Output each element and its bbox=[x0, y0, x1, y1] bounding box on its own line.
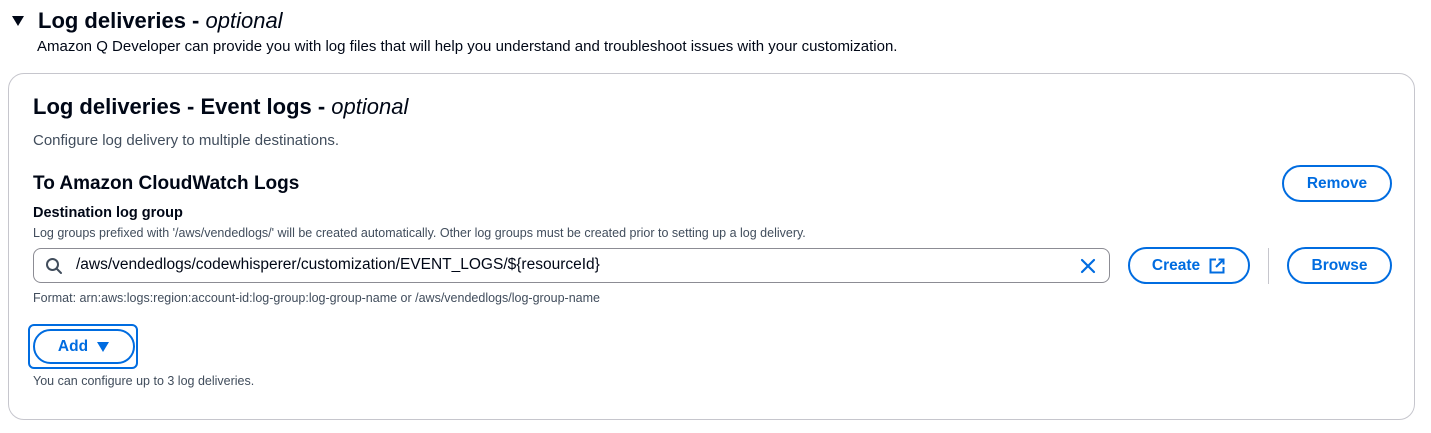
add-button-label: Add bbox=[57, 337, 89, 355]
close-icon[interactable] bbox=[1079, 257, 1097, 275]
destination-log-group-field bbox=[33, 248, 1110, 283]
destination-heading: To Amazon CloudWatch Logs bbox=[33, 173, 300, 194]
card-title: Log deliveries - Event logs - optional bbox=[33, 94, 409, 119]
caret-down-icon bbox=[97, 341, 110, 352]
search-icon bbox=[46, 258, 62, 274]
section-title: Log deliveries - optional bbox=[38, 8, 283, 33]
log-deliveries-limit-note: You can configure up to 3 log deliveries… bbox=[33, 374, 255, 388]
format-hint: Format: arn:aws:logs:region:account-id:l… bbox=[33, 291, 600, 305]
browse-button-label: Browse bbox=[1311, 256, 1368, 274]
remove-button-label: Remove bbox=[1306, 174, 1368, 192]
caret-down-filled-icon bbox=[12, 16, 24, 26]
destination-log-group-input[interactable] bbox=[76, 249, 1066, 281]
add-dropdown-button[interactable]: Add bbox=[33, 329, 135, 364]
event-logs-card: Log deliveries - Event logs - optional C… bbox=[8, 73, 1415, 420]
destination-log-group-description: Log groups prefixed with '/aws/vendedlog… bbox=[33, 226, 806, 240]
button-divider bbox=[1268, 248, 1269, 284]
browse-button[interactable]: Browse bbox=[1287, 247, 1392, 284]
section-description: Amazon Q Developer can provide you with … bbox=[37, 38, 898, 55]
create-button-label: Create bbox=[1151, 256, 1201, 274]
destination-log-group-label: Destination log group bbox=[33, 205, 183, 221]
external-link-icon bbox=[1209, 258, 1225, 273]
remove-button[interactable]: Remove bbox=[1282, 165, 1392, 202]
log-deliveries-section-toggle[interactable]: Log deliveries - optional bbox=[10, 8, 283, 34]
create-button[interactable]: Create bbox=[1128, 247, 1250, 284]
card-description: Configure log delivery to multiple desti… bbox=[33, 132, 339, 149]
